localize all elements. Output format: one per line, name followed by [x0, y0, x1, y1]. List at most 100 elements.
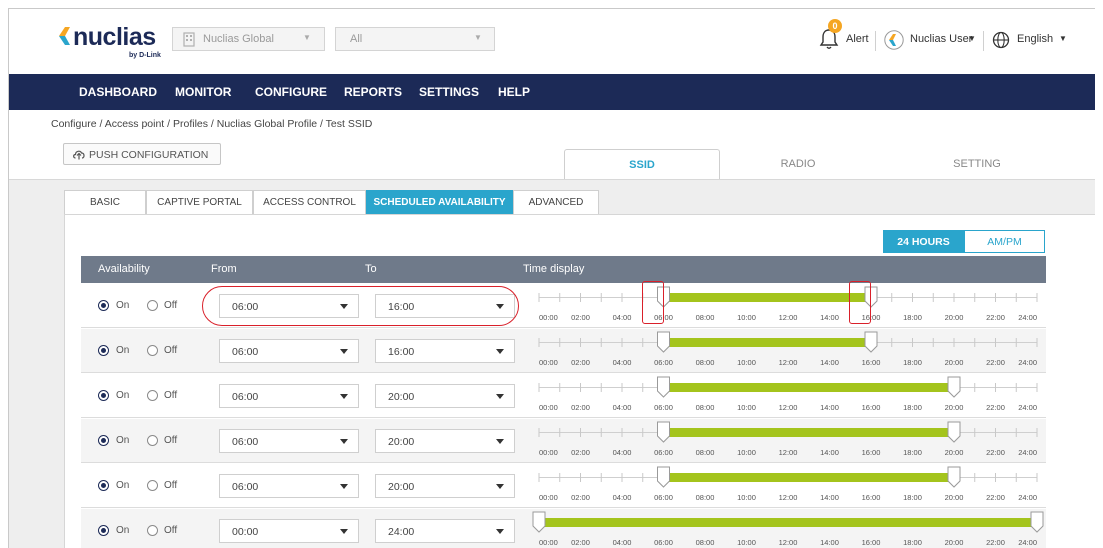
- slider-start-handle[interactable]: [657, 331, 670, 353]
- cloud-upload-icon: [73, 150, 85, 160]
- tab-ssid[interactable]: SSID: [564, 149, 720, 179]
- format-ampm-button[interactable]: AM/PM: [964, 230, 1045, 253]
- availability-on-radio[interactable]: [98, 300, 109, 311]
- availability-off-radio[interactable]: [147, 435, 158, 446]
- time-display-slider[interactable]: 00:00 02:00 04:00 06:00 08:00 10:00 12:00 14:00…: [531, 376, 1046, 416]
- nav-dashboard[interactable]: DASHBOARD: [79, 85, 157, 99]
- tab-advanced[interactable]: ADVANCED: [513, 190, 599, 214]
- time-display-slider[interactable]: 00:00 02:00 04:00 06:00 08:00 10:00 12:00 14:00…: [531, 286, 1046, 326]
- slider-end-handle[interactable]: [947, 466, 961, 488]
- time-tick-label: 22:00: [986, 538, 1005, 547]
- time-tick-label: 04:00: [613, 448, 632, 457]
- to-time-select[interactable]: 16:00: [375, 339, 515, 363]
- slider-end-handle[interactable]: [864, 331, 878, 353]
- time-display-slider[interactable]: 00:00 02:00 04:00 06:00 08:00 10:00 12:00 14:00…: [531, 421, 1046, 461]
- time-tick-label: 20:00: [945, 538, 964, 547]
- to-time-select[interactable]: 24:00: [375, 519, 515, 543]
- to-time-select-value: 16:00: [388, 346, 415, 358]
- availability-on-radio[interactable]: [98, 390, 109, 401]
- availability-off-radio[interactable]: [147, 345, 158, 356]
- time-tick-label: 14:00: [820, 493, 839, 502]
- slider-start-handle[interactable]: [657, 421, 670, 443]
- time-tick-label: 02:00: [571, 313, 590, 322]
- nav-configure[interactable]: CONFIGURE: [255, 85, 327, 99]
- nav-help[interactable]: HELP: [498, 85, 530, 99]
- tab-access-control[interactable]: ACCESS CONTROL: [253, 190, 366, 214]
- time-tick-label: 22:00: [986, 313, 1005, 322]
- time-tick-label: 02:00: [571, 403, 590, 412]
- tab-scheduled-availability[interactable]: SCHEDULED AVAILABILITY: [366, 190, 513, 214]
- slider-start-handle[interactable]: [532, 511, 546, 533]
- from-time-select-value: 06:00: [232, 346, 259, 358]
- availability-off-radio[interactable]: [147, 525, 158, 536]
- time-tick-label: 22:00: [986, 493, 1005, 502]
- time-tick-label: 04:00: [613, 403, 632, 412]
- time-tick-label: 16:00: [862, 448, 881, 457]
- time-tick-label: 06:00: [654, 538, 673, 547]
- time-tick-label: 06:00: [654, 448, 673, 457]
- to-time-select[interactable]: 20:00: [375, 474, 515, 498]
- to-time-select[interactable]: 20:00: [375, 384, 515, 408]
- from-time-select[interactable]: 06:00: [219, 474, 359, 498]
- chevron-down-icon: [340, 439, 348, 444]
- availability-off-radio[interactable]: [147, 480, 158, 491]
- time-display-slider[interactable]: 00:00 02:00 04:00 06:00 08:00 10:00 12:00 14:00…: [531, 331, 1046, 371]
- availability-on-radio[interactable]: [98, 435, 109, 446]
- format-24-hours-button[interactable]: 24 HOURS: [883, 230, 964, 253]
- to-time-select[interactable]: 20:00: [375, 429, 515, 453]
- site-select[interactable]: All ▼: [335, 27, 495, 51]
- header-to: To: [365, 263, 377, 275]
- time-tick-label: 10:00: [737, 313, 756, 322]
- schedule-table-header: Availability From To Time display: [81, 256, 1046, 283]
- availability-range-bar: [663, 293, 871, 302]
- alert-label[interactable]: Alert: [846, 33, 869, 63]
- chevron-down-icon: [496, 394, 504, 399]
- alert-button[interactable]: 0: [819, 19, 842, 51]
- availability-on-label: On: [116, 525, 130, 536]
- availability-off-radio[interactable]: [147, 390, 158, 401]
- time-tick-label: 08:00: [696, 313, 715, 322]
- availability-on-radio[interactable]: [98, 525, 109, 536]
- availability-off-radio[interactable]: [147, 300, 158, 311]
- divider: [983, 31, 984, 51]
- availability-range-bar: [539, 518, 1037, 527]
- user-avatar-icon[interactable]: [884, 30, 904, 50]
- time-display-slider[interactable]: 00:00 02:00 04:00 06:00 08:00 10:00 12:00 14:00…: [531, 511, 1046, 548]
- slider-start-handle[interactable]: [657, 376, 670, 398]
- tab-radio[interactable]: RADIO: [720, 149, 876, 179]
- from-time-select[interactable]: 06:00: [219, 339, 359, 363]
- schedule-row: On Off 00:00 24:00 00:00 02:00 04:00 06:00 08:00…: [81, 509, 1046, 548]
- time-display-slider[interactable]: 00:00 02:00 04:00 06:00 08:00 10:00 12:00 14:00…: [531, 466, 1046, 506]
- slider-end-handle[interactable]: [1030, 511, 1044, 533]
- time-tick-label: 18:00: [903, 313, 922, 322]
- from-time-select[interactable]: 00:00: [219, 519, 359, 543]
- time-tick-label: 10:00: [737, 448, 756, 457]
- availability-on-label: On: [116, 390, 130, 401]
- nav-reports[interactable]: REPORTS: [344, 85, 402, 99]
- user-menu[interactable]: Nuclias User: [910, 33, 972, 63]
- building-icon: [183, 32, 195, 47]
- slider-end-handle[interactable]: [947, 376, 961, 398]
- nav-settings[interactable]: SETTINGS: [419, 85, 479, 99]
- availability-on-radio[interactable]: [98, 345, 109, 356]
- push-configuration-button[interactable]: PUSH CONFIGURATION: [63, 143, 221, 165]
- time-tick-label: 10:00: [737, 493, 756, 502]
- time-tick-label: 14:00: [820, 448, 839, 457]
- slider-start-handle[interactable]: [657, 466, 670, 488]
- time-tick-label: 12:00: [779, 358, 798, 367]
- chevron-down-icon[interactable]: ▼: [968, 34, 976, 64]
- globe-icon[interactable]: [992, 31, 1010, 49]
- slider-end-handle[interactable]: [947, 421, 961, 443]
- language-select[interactable]: English: [1017, 33, 1053, 63]
- from-time-select[interactable]: 06:00: [219, 429, 359, 453]
- breadcrumb[interactable]: Configure / Access point / Profiles / Nu…: [51, 118, 372, 130]
- org-select[interactable]: Nuclias Global ▼: [172, 27, 325, 51]
- from-time-select[interactable]: 06:00: [219, 384, 359, 408]
- tab-basic[interactable]: BASIC: [64, 190, 146, 214]
- tab-setting[interactable]: SETTING: [899, 149, 1055, 179]
- tab-captive-portal[interactable]: CAPTIVE PORTAL: [146, 190, 253, 214]
- nav-monitor[interactable]: MONITOR: [175, 85, 231, 99]
- availability-on-radio[interactable]: [98, 480, 109, 491]
- time-tick-label: 18:00: [903, 403, 922, 412]
- chevron-down-icon[interactable]: ▼: [1059, 34, 1067, 64]
